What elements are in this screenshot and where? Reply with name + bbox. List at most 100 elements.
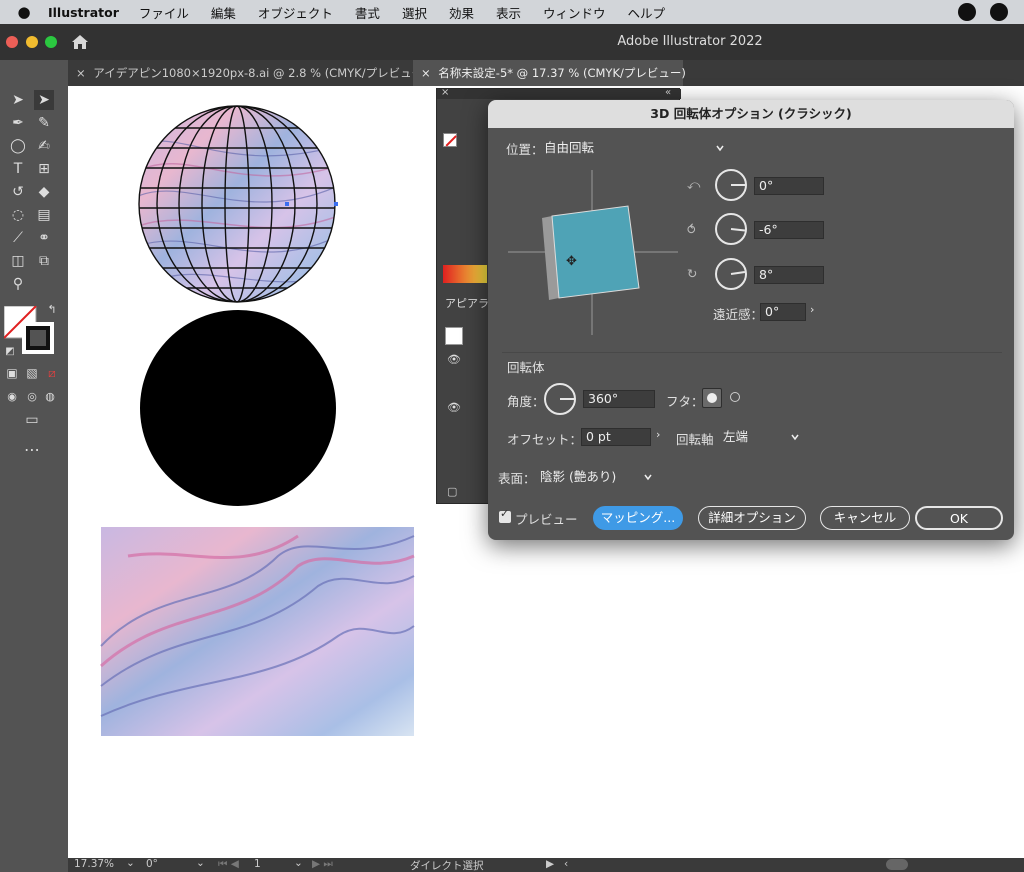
paintbrush-tool-icon[interactable]: ✍ — [34, 136, 54, 156]
menu-effect[interactable]: 効果 — [449, 3, 474, 22]
new-item-icon[interactable]: ▢ — [447, 485, 457, 498]
offset-field[interactable]: 0 pt — [581, 428, 651, 446]
menu-app-name[interactable]: Illustrator — [48, 5, 119, 20]
title-bar: Adobe Illustrator 2022 — [0, 24, 1024, 60]
screen-mode-icon[interactable]: ▭ — [22, 410, 42, 430]
menu-view[interactable]: 表示 — [496, 3, 521, 22]
perspective-label: 遠近感： — [713, 307, 764, 322]
y-rotation-dial[interactable] — [715, 213, 747, 245]
blend-tool-icon[interactable]: ⚭ — [34, 228, 54, 248]
revolve-section-divider — [502, 352, 1002, 353]
artboard-tool-icon[interactable]: ⧉ — [34, 251, 54, 271]
panel-close-icon[interactable]: × — [441, 87, 449, 98]
panel-header — [437, 89, 681, 99]
x-rotation-field[interactable]: 0° — [754, 177, 824, 195]
type-tool-icon[interactable]: T — [8, 159, 28, 179]
marble-sphere[interactable] — [128, 105, 348, 303]
curvature-tool-icon[interactable]: ✎ — [34, 113, 54, 133]
surface-select[interactable]: 陰影 (艶あり) — [540, 468, 656, 486]
menu-edit[interactable]: 編集 — [211, 3, 236, 22]
tab-document-2[interactable]: × 名称未設定-5* @ 17.37 % (CMYK/プレビュー) — [413, 60, 686, 86]
first-artboard-icon[interactable]: ⏮ ◀ — [218, 858, 239, 871]
none-mode-icon[interactable]: ⧄ — [42, 363, 62, 383]
panel-collapse-icon[interactable]: « — [665, 87, 671, 98]
draw-behind-icon[interactable]: ◎ — [22, 387, 42, 407]
zoom-tool-icon[interactable]: ⚲ — [8, 274, 28, 294]
menu-select[interactable]: 選択 — [402, 3, 427, 22]
artboard-number[interactable]: 1 — [254, 858, 261, 870]
eyedropper-tool-icon[interactable]: ⟋ — [8, 228, 28, 248]
window-title: Adobe Illustrator 2022 — [617, 34, 763, 49]
menu-object[interactable]: オブジェクト — [258, 3, 333, 22]
default-fill-stroke-icon[interactable]: ◩ — [0, 342, 20, 362]
menu-type[interactable]: 書式 — [355, 3, 380, 22]
panel-fill-swatch[interactable] — [443, 133, 457, 147]
z-rotation-dial[interactable] — [715, 258, 747, 290]
direct-selection-tool-icon[interactable]: ➤ — [34, 90, 54, 110]
more-options-button[interactable]: 詳細オプション — [698, 506, 806, 530]
horizontal-scrollbar-thumb[interactable] — [886, 859, 908, 870]
rotation-chevron-icon[interactable]: ⌄ — [196, 857, 205, 869]
creative-cloud-icon[interactable] — [990, 3, 1008, 21]
chevron-down-icon — [791, 434, 799, 441]
visibility-eye-icon[interactable]: 👁 — [447, 353, 461, 366]
y-rotation-field[interactable]: -6° — [754, 221, 824, 239]
draw-inside-icon[interactable]: ◍ — [40, 387, 60, 407]
cap-on-button[interactable] — [702, 388, 722, 408]
last-artboard-icon[interactable]: ▶ ⏭ — [312, 858, 333, 871]
color-mode-icon[interactable]: ▣ — [2, 363, 22, 383]
marble-image[interactable] — [100, 527, 415, 736]
scroll-left-icon[interactable]: ‹ — [564, 858, 568, 870]
offset-slider-arrow-icon[interactable]: › — [656, 428, 660, 441]
ellipse-tool-icon[interactable]: ◯ — [8, 136, 28, 156]
move-cursor-icon: ✥ — [566, 254, 577, 269]
shape-builder-tool-icon[interactable]: ◫ — [8, 251, 28, 271]
preview-checkbox[interactable]: ✓ — [499, 507, 511, 523]
rotation-value[interactable]: 0° — [146, 858, 158, 870]
angle-field[interactable]: 360° — [583, 390, 655, 408]
draw-normal-icon[interactable]: ◉ — [2, 387, 22, 407]
color-spectrum[interactable] — [443, 265, 487, 283]
position-select[interactable]: 自由回転 — [544, 139, 728, 157]
zoom-chevron-icon[interactable]: ⌄ — [126, 857, 135, 869]
preview-label: プレビュー — [515, 512, 578, 527]
rotate-tool-icon[interactable]: ↺ — [8, 182, 28, 202]
menu-window[interactable]: ウィンドウ — [543, 3, 606, 22]
close-tab-icon[interactable]: × — [76, 66, 86, 80]
mapping-button[interactable]: マッピング... — [593, 506, 683, 530]
swap-fill-stroke-icon[interactable]: ↰ — [42, 300, 62, 320]
trackball-cube[interactable]: ✥ — [508, 170, 678, 335]
gradient-mode-icon[interactable]: ▧ — [22, 363, 42, 383]
eraser-tool-icon[interactable]: ◆ — [34, 182, 54, 202]
z-rotation-field[interactable]: 8° — [754, 266, 824, 284]
cancel-button[interactable]: キャンセル — [820, 506, 910, 530]
close-tab-icon[interactable]: × — [421, 66, 431, 80]
more-tools-icon[interactable]: ⋯ — [22, 440, 42, 460]
status-menu-arrow-icon[interactable]: ▶ — [546, 858, 554, 870]
appearance-swatch[interactable] — [445, 327, 463, 345]
apple-icon[interactable]: ● — [0, 3, 48, 21]
perspective-slider-arrow-icon[interactable]: › — [810, 303, 814, 316]
angle-label: 角度： — [507, 394, 545, 409]
menu-file[interactable]: ファイル — [139, 3, 189, 22]
black-circle[interactable] — [140, 310, 336, 506]
lasso-tool-icon[interactable]: ◌ — [8, 205, 28, 225]
visibility-eye-icon[interactable]: 👁 — [447, 401, 461, 414]
touch-type-tool-icon[interactable]: ⊞ — [34, 159, 54, 179]
x-rotation-dial[interactable] — [715, 169, 747, 201]
panel-title: アピアラ — [445, 297, 489, 310]
selection-tool-icon[interactable]: ➤ — [8, 90, 28, 110]
perspective-field[interactable]: 0° — [760, 303, 806, 321]
cap-off-button[interactable] — [726, 388, 746, 408]
zoom-level[interactable]: 17.37% — [74, 858, 114, 870]
tab-label: アイデアピン1080×1920px-8.ai @ 2.8 % (CMYK/プレビ… — [93, 66, 428, 80]
screen-record-icon[interactable] — [958, 3, 976, 21]
gradient-tool-icon[interactable]: ▤ — [34, 205, 54, 225]
angle-dial[interactable] — [544, 383, 576, 415]
ok-button[interactable]: OK — [915, 506, 1003, 530]
artboard-chevron-icon[interactable]: ⌄ — [294, 857, 303, 869]
tab-document-1[interactable]: × アイデアピン1080×1920px-8.ai @ 2.8 % (CMYK/プ… — [68, 60, 428, 86]
menu-help[interactable]: ヘルプ — [628, 3, 666, 22]
axis-select[interactable]: 左端 — [723, 428, 803, 446]
pen-tool-icon[interactable]: ✒ — [8, 113, 28, 133]
